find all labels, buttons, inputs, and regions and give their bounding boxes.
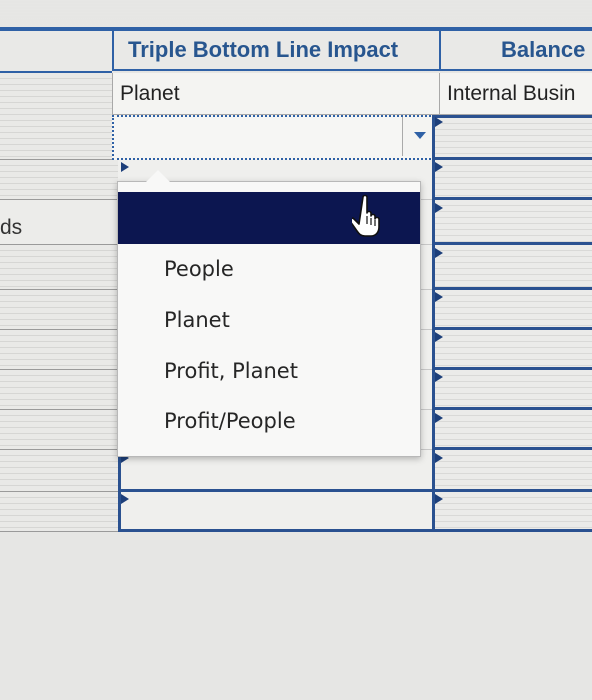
validation-marker-icon xyxy=(435,453,443,463)
balance-cell[interactable] xyxy=(432,200,592,245)
validation-marker-icon xyxy=(435,117,443,127)
header-cell-left xyxy=(0,31,112,73)
balance-cell[interactable]: Internal Busin xyxy=(439,73,592,115)
validation-marker-icon xyxy=(121,162,129,172)
balance-cell[interactable] xyxy=(432,160,592,200)
validation-marker-icon xyxy=(435,292,443,302)
balance-cell[interactable] xyxy=(432,370,592,410)
active-dropdown-cell[interactable] xyxy=(112,115,439,160)
balance-cell[interactable] xyxy=(432,245,592,290)
row-cell-left xyxy=(0,160,118,200)
row-cell-left xyxy=(0,245,118,290)
row-cell-left xyxy=(0,450,118,492)
column-header-triple-bottom-line[interactable]: Triple Bottom Line Impact xyxy=(112,31,439,71)
validation-marker-icon xyxy=(435,162,443,172)
validation-marker-icon xyxy=(121,494,129,504)
dropdown-option[interactable]: People xyxy=(164,254,234,284)
balance-cell[interactable] xyxy=(432,410,592,450)
validation-marker-icon xyxy=(435,494,443,504)
dropdown-option[interactable]: Profit/People xyxy=(164,406,296,436)
validation-marker-icon xyxy=(435,332,443,342)
balance-cell[interactable] xyxy=(432,450,592,492)
validation-marker-icon xyxy=(435,248,443,258)
row-cell-left xyxy=(0,290,118,330)
triple-bottom-line-cell[interactable]: Planet xyxy=(112,73,439,115)
dropdown-option[interactable]: Profit, Planet xyxy=(164,356,298,386)
row-cell-left xyxy=(0,330,118,370)
row-label: ds xyxy=(0,216,23,239)
dropdown-toggle-button[interactable] xyxy=(402,117,436,156)
chevron-down-icon xyxy=(414,132,426,139)
triple-bottom-line-cell[interactable] xyxy=(118,492,432,532)
balance-cell[interactable] xyxy=(432,290,592,330)
empty-area xyxy=(0,532,592,700)
dropdown-popup-notch xyxy=(146,170,170,182)
hand-pointer-icon xyxy=(352,194,380,237)
row-cell-left xyxy=(0,370,118,410)
dropdown-option[interactable]: Planet xyxy=(164,305,230,335)
row-cell-left xyxy=(0,492,118,532)
balance-cell[interactable] xyxy=(432,492,592,532)
validation-marker-icon xyxy=(435,203,443,213)
validation-marker-icon xyxy=(435,372,443,382)
column-header-balance[interactable]: Balance xyxy=(439,31,592,71)
row-cell-left xyxy=(0,410,118,450)
balance-cell[interactable] xyxy=(432,330,592,370)
validation-marker-icon xyxy=(435,413,443,423)
balance-cell[interactable] xyxy=(432,115,592,160)
row-cell-left xyxy=(0,73,112,116)
row-cell-left xyxy=(0,115,118,160)
